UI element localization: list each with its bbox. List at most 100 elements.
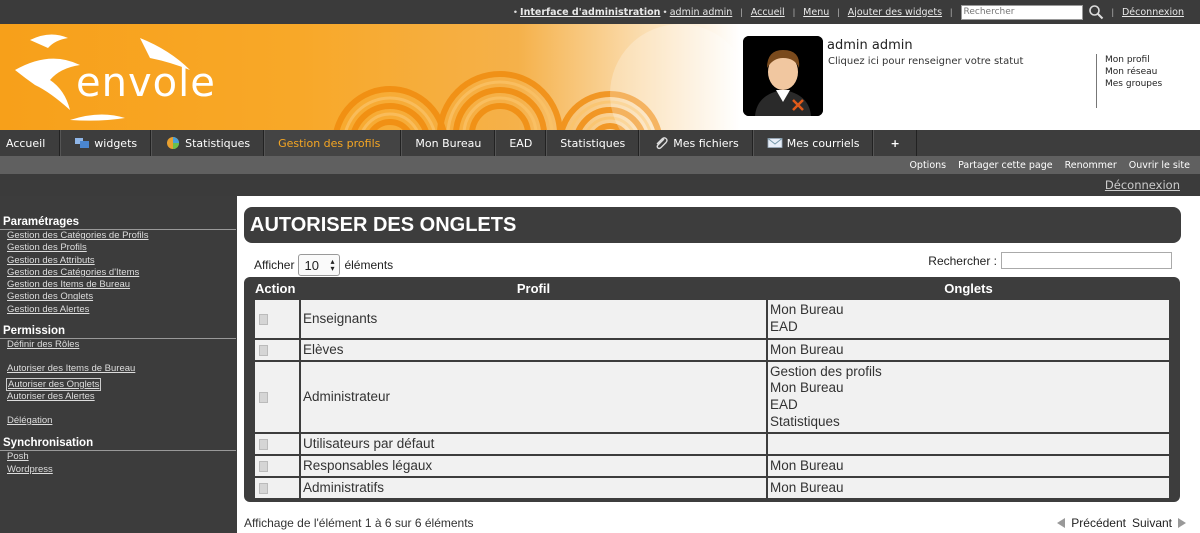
table-controls: Afficher 10 ▴ ▾ éléments Rechercher : bbox=[244, 243, 1181, 277]
tab-add[interactable]: + bbox=[873, 130, 917, 156]
add-widgets-link[interactable]: Ajouter des widgets bbox=[848, 7, 942, 18]
sidebar-item-roles[interactable]: Définir des Rôles bbox=[0, 339, 237, 351]
sidebar-item-desktop-items[interactable]: Gestion des Items de Bureau bbox=[0, 279, 237, 291]
previous-button[interactable]: Précédent bbox=[1071, 516, 1126, 530]
table-row: Administrateur Gestion des profils Mon B… bbox=[255, 362, 1169, 432]
onglet-item: EAD bbox=[770, 319, 798, 334]
sidebar-item-profiles[interactable]: Gestion des Profils bbox=[0, 242, 237, 254]
edit-icon[interactable] bbox=[259, 391, 268, 403]
column-header-onglets[interactable]: Onglets bbox=[768, 279, 1169, 298]
action-cell bbox=[255, 300, 299, 338]
sidebar-item-alerts[interactable]: Gestion des Alertes bbox=[0, 304, 237, 316]
tab-label: Mes fichiers bbox=[673, 136, 739, 150]
share-page-link[interactable]: Partager cette page bbox=[958, 160, 1053, 171]
edit-icon[interactable] bbox=[259, 313, 268, 325]
action-cell bbox=[255, 340, 299, 360]
sidebar-item-authorize-tabs[interactable]: Autoriser des Onglets bbox=[6, 377, 102, 391]
sidebar-item-profile-categories[interactable]: Gestion des Catégories de Profils bbox=[0, 230, 237, 242]
column-header-profil[interactable]: Profil bbox=[301, 279, 766, 298]
tab-mes-fichiers[interactable]: Mes fichiers bbox=[639, 130, 753, 156]
search-icon[interactable] bbox=[1088, 4, 1104, 20]
edit-icon[interactable] bbox=[259, 438, 268, 450]
tab-gestion-des-profils[interactable]: Gestion des profils bbox=[264, 130, 402, 156]
sidebar-heading-permission: Permission bbox=[0, 324, 236, 340]
onglets-cell: Gestion des profils Mon Bureau EAD Stati… bbox=[768, 362, 1169, 432]
profile-links: Mon profil Mon réseau Mes groupes bbox=[1096, 54, 1162, 108]
my-network-link[interactable]: Mon réseau bbox=[1105, 66, 1162, 78]
rename-link[interactable]: Renommer bbox=[1065, 160, 1117, 171]
logout-link[interactable]: Déconnexion bbox=[1105, 178, 1180, 192]
tab-widgets[interactable]: widgets bbox=[60, 130, 152, 156]
tab-label: Statistiques bbox=[560, 136, 626, 150]
sidebar-heading-settings: Paramétrages bbox=[0, 215, 236, 230]
top-search-input[interactable] bbox=[960, 4, 1083, 20]
sidebar-item-authorize-alerts[interactable]: Autoriser des Alertes bbox=[0, 391, 237, 403]
tab-label: Accueil bbox=[6, 136, 46, 150]
next-button[interactable]: Suivant bbox=[1132, 516, 1172, 530]
status-prompt[interactable]: Cliquez ici pour renseigner votre statut bbox=[828, 56, 1023, 67]
onglet-item: Mon Bureau bbox=[770, 479, 844, 495]
user-name[interactable]: admin admin bbox=[827, 38, 913, 53]
onglets-cell: Mon Bureau bbox=[768, 340, 1169, 360]
tab-statistiques[interactable]: Statistiques bbox=[546, 130, 640, 156]
options-link[interactable]: Options bbox=[909, 160, 946, 171]
menu-link[interactable]: Menu bbox=[803, 7, 829, 18]
admin-interface-link[interactable]: Interface d'administration bbox=[520, 7, 660, 18]
tab-label: EAD bbox=[509, 136, 533, 150]
home-link[interactable]: Accueil bbox=[751, 7, 785, 18]
sidebar-item-tabs[interactable]: Gestion des Onglets bbox=[0, 291, 237, 303]
onglets-cell: Mon Bureau bbox=[768, 478, 1169, 498]
admin-user-link[interactable]: admin admin bbox=[670, 7, 733, 18]
sidebar-item-posh[interactable]: Posh bbox=[0, 451, 237, 463]
previous-arrow-icon[interactable] bbox=[1057, 518, 1066, 528]
profil-cell: Enseignants bbox=[301, 300, 766, 338]
edit-icon[interactable] bbox=[259, 344, 268, 356]
table-row: Responsables légaux Mon Bureau bbox=[255, 456, 1169, 476]
sidebar-item-delegation[interactable]: Délégation bbox=[0, 415, 237, 427]
onglets-cell: Mon Bureau EAD bbox=[768, 300, 1169, 338]
sidebar-item-item-categories[interactable]: Gestion des Catégories d'Items bbox=[0, 267, 237, 279]
tab-accueil[interactable]: Accueil bbox=[0, 130, 61, 156]
entries-label: éléments bbox=[344, 258, 394, 272]
tab-ead[interactable]: EAD bbox=[495, 130, 547, 156]
sidebar-item-wordpress[interactable]: Wordpress bbox=[0, 464, 237, 476]
top-logout-link[interactable]: Déconnexion bbox=[1122, 7, 1184, 18]
envole-logo[interactable]: envole bbox=[10, 30, 230, 125]
column-header-action[interactable]: Action bbox=[255, 279, 299, 298]
page-title: AUTORISER DES ONGLETS bbox=[244, 207, 1181, 243]
edit-icon[interactable] bbox=[259, 482, 268, 494]
my-groups-link[interactable]: Mes groupes bbox=[1105, 78, 1162, 90]
table-row: Enseignants Mon Bureau EAD bbox=[255, 300, 1169, 338]
action-cell bbox=[255, 434, 299, 454]
onglet-item: Mon Bureau bbox=[770, 302, 844, 318]
onglet-item: Statistiques bbox=[770, 413, 840, 429]
tab-mes-courriels[interactable]: Mes courriels bbox=[752, 130, 874, 156]
tab-mon-bureau[interactable]: Mon Bureau bbox=[401, 130, 496, 156]
onglets-cell bbox=[768, 434, 1169, 454]
tab-label: Gestion des profils bbox=[278, 136, 381, 150]
profiles-tabs-table: Action Profil Onglets Enseignants Mon Bu… bbox=[253, 277, 1171, 500]
profiles-table-container: Action Profil Onglets Enseignants Mon Bu… bbox=[244, 277, 1180, 502]
edit-icon[interactable] bbox=[259, 460, 268, 472]
logout-bar: Déconnexion bbox=[0, 174, 1200, 196]
profil-cell: Administratifs bbox=[301, 478, 766, 498]
pagination: Précédent Suivant bbox=[1057, 516, 1186, 530]
action-cell bbox=[255, 456, 299, 476]
paperclip-icon bbox=[653, 136, 669, 150]
next-arrow-icon[interactable] bbox=[1178, 518, 1186, 528]
avatar[interactable] bbox=[743, 36, 823, 116]
sidebar-item-attributes[interactable]: Gestion des Attributs bbox=[0, 255, 237, 267]
onglet-item: Mon Bureau bbox=[770, 380, 844, 396]
sidebar-item-authorize-desktop-items[interactable]: Autoriser des Items de Bureau bbox=[0, 363, 237, 375]
onglet-item: Mon Bureau bbox=[770, 341, 844, 357]
page-options-bar: Options Partager cette page Renommer Ouv… bbox=[0, 156, 1200, 174]
mail-icon bbox=[767, 136, 783, 150]
page-length-control: Afficher 10 ▴ ▾ éléments bbox=[254, 254, 393, 276]
top-bar: • Interface d'administration • admin adm… bbox=[0, 0, 1200, 24]
table-search-input[interactable] bbox=[1001, 252, 1172, 269]
profil-cell: Responsables légaux bbox=[301, 456, 766, 476]
open-site-link[interactable]: Ouvrir le site bbox=[1129, 160, 1190, 171]
my-profile-link[interactable]: Mon profil bbox=[1105, 54, 1162, 66]
page-length-select[interactable]: 10 ▴ ▾ bbox=[298, 254, 341, 276]
tab-statistiques-admin[interactable]: Statistiques bbox=[151, 130, 265, 156]
